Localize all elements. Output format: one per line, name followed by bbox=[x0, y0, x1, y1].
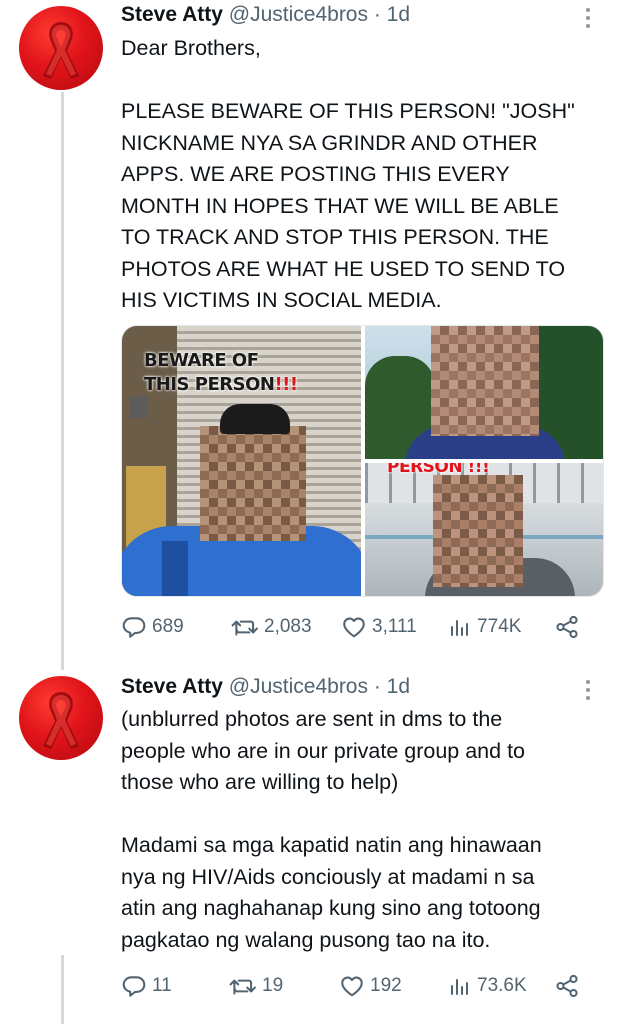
retweet-icon bbox=[229, 979, 256, 995]
text-line: (unblurred photos are sent in dms to the bbox=[121, 707, 503, 731]
media-grid: BEWARE OF THIS PERSON!!! PERSON !!! bbox=[121, 325, 604, 597]
retweet-icon bbox=[231, 620, 258, 636]
blurred-face bbox=[431, 326, 539, 436]
text-line: Madami sa mga kapatid natin ang hinawaan bbox=[121, 833, 542, 857]
blurred-face bbox=[200, 426, 306, 541]
share-button[interactable] bbox=[554, 971, 580, 1001]
retweet-count: 19 bbox=[262, 975, 284, 996]
retweet-count: 2,083 bbox=[264, 616, 312, 637]
text-line: people who are in our private group and … bbox=[121, 738, 525, 763]
text-line: those who are willing to help) bbox=[121, 770, 399, 794]
text-line: PHOTOS ARE WHAT HE USED TO SEND TO bbox=[121, 256, 566, 281]
retweet-button[interactable]: 2,083 bbox=[231, 612, 312, 642]
author-name[interactable]: Steve Atty bbox=[121, 675, 223, 698]
like-button[interactable]: 3,111 bbox=[341, 612, 417, 642]
tweet-header: Steve Atty @Justice4bros · 1d bbox=[121, 675, 410, 699]
photo-3[interactable]: PERSON !!! bbox=[365, 463, 603, 596]
photo-caption-line1: BEWARE OF bbox=[144, 350, 259, 371]
tweet-actions: 11 19 192 73.6K bbox=[121, 971, 591, 1001]
blurred-face bbox=[433, 475, 523, 587]
tweet-actions: 689 2,083 3,111 774K bbox=[121, 612, 591, 642]
share-button[interactable] bbox=[554, 612, 580, 642]
avatar[interactable] bbox=[19, 676, 103, 760]
photo-2[interactable] bbox=[365, 326, 603, 459]
photo-caption: PERSON !!! bbox=[387, 463, 490, 477]
text-line: Dear Brothers, bbox=[121, 36, 261, 60]
red-ribbon-icon bbox=[43, 22, 79, 79]
red-ribbon-icon bbox=[43, 692, 79, 749]
avatar[interactable] bbox=[19, 6, 103, 90]
text-line: pagkatao ng walang pusong tao na ito. bbox=[121, 927, 491, 952]
tweet-2[interactable]: Steve Atty @Justice4bros · 1d (unblurred… bbox=[0, 670, 620, 1024]
author-name[interactable]: Steve Atty bbox=[121, 3, 223, 26]
reply-button[interactable]: 689 bbox=[121, 612, 184, 642]
views-chart-icon bbox=[451, 979, 468, 995]
text-line: nya ng HIV/Aids conciously at madami n s… bbox=[121, 864, 535, 889]
tweet-text: Dear Brothers, PLEASE BEWARE OF THIS PER… bbox=[121, 33, 596, 317]
like-button[interactable]: 192 bbox=[339, 971, 402, 1001]
like-count: 192 bbox=[370, 975, 402, 996]
heart-icon bbox=[341, 976, 363, 997]
share-icon bbox=[556, 974, 578, 998]
reply-icon bbox=[122, 617, 146, 638]
reply-count: 11 bbox=[152, 975, 172, 996]
more-dots-icon[interactable] bbox=[578, 675, 598, 705]
views-button[interactable]: 73.6K bbox=[448, 971, 527, 1001]
retweet-button[interactable]: 19 bbox=[229, 971, 283, 1001]
author-handle-time[interactable]: @Justice4bros · 1d bbox=[229, 3, 410, 26]
tweet-1[interactable]: Steve Atty @Justice4bros · 1d Dear Broth… bbox=[0, 0, 620, 650]
views-count: 73.6K bbox=[477, 975, 527, 996]
more-dots-icon[interactable] bbox=[578, 3, 598, 33]
text-line: HIS VICTIMS IN SOCIAL MEDIA. bbox=[121, 288, 442, 312]
views-count: 774K bbox=[477, 616, 522, 637]
reply-icon bbox=[122, 976, 146, 997]
views-button[interactable]: 774K bbox=[448, 612, 521, 642]
text-line: atin ang naghahanap kung sino ang totoon… bbox=[121, 896, 541, 920]
text-line: APPS. WE ARE POSTING THIS EVERY bbox=[121, 162, 510, 186]
share-icon bbox=[556, 615, 578, 639]
author-handle-time[interactable]: @Justice4bros · 1d bbox=[229, 675, 410, 698]
reply-count: 689 bbox=[152, 616, 184, 637]
tweet-header: Steve Atty @Justice4bros · 1d bbox=[121, 3, 410, 27]
like-count: 3,111 bbox=[372, 616, 417, 637]
text-line: NICKNAME NYA SA GRINDR AND OTHER bbox=[121, 130, 538, 155]
text-line: MONTH IN HOPES THAT WE WILL BE ABLE bbox=[121, 193, 559, 218]
reply-button[interactable]: 11 bbox=[121, 971, 172, 1001]
views-chart-icon bbox=[451, 620, 468, 636]
photo-1[interactable]: BEWARE OF THIS PERSON!!! bbox=[122, 326, 361, 596]
photo-caption-line2: THIS PERSON!!! bbox=[144, 374, 298, 395]
heart-icon bbox=[343, 617, 365, 638]
text-line: TO TRACK AND STOP THIS PERSON. THE bbox=[121, 225, 549, 249]
text-line: PLEASE BEWARE OF THIS PERSON! "JOSH" bbox=[121, 99, 575, 123]
tweet-text: (unblurred photos are sent in dms to the… bbox=[121, 704, 596, 956]
